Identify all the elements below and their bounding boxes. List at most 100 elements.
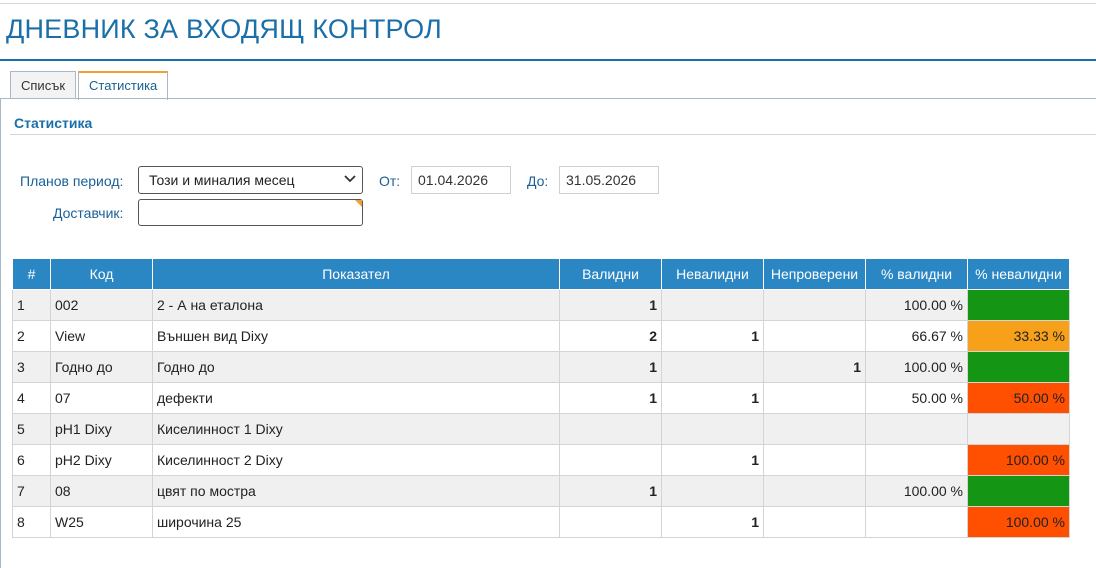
col-header-unchecked[interactable]: Непроверени <box>763 259 866 290</box>
cell-pct-invalid: 100.00 % <box>967 443 1070 476</box>
cell-indicator: Годно до <box>152 350 560 383</box>
cell-unchecked <box>763 443 866 476</box>
cell-indicator: Киселинност 2 Dixy <box>152 443 560 476</box>
cell-pct-valid <box>865 443 968 476</box>
cell-number: 1 <box>12 288 51 321</box>
cell-number: 3 <box>12 350 51 383</box>
table-row[interactable]: 8 W25 широчина 25 1 100.00 % <box>12 505 1070 538</box>
cell-unchecked <box>763 288 866 321</box>
cell-number: 5 <box>12 412 51 445</box>
cell-pct-valid: 100.00 % <box>865 474 968 507</box>
cell-indicator: Външен вид Dixy <box>152 319 560 352</box>
cell-valid <box>559 505 662 538</box>
cell-pct-valid: 66.67 % <box>865 319 968 352</box>
cell-code: 07 <box>50 381 153 414</box>
chevron-down-icon <box>344 175 356 183</box>
cell-valid <box>559 412 662 445</box>
tab-bar: Списък Статистика <box>10 71 170 100</box>
cell-valid: 1 <box>559 350 662 383</box>
cell-pct-invalid <box>967 350 1070 383</box>
cell-pct-invalid: 50.00 % <box>967 381 1070 414</box>
cell-unchecked <box>763 412 866 445</box>
to-label: До: <box>527 173 549 189</box>
cell-valid: 2 <box>559 319 662 352</box>
cell-invalid: 1 <box>661 319 764 352</box>
supplier-label: Доставчик: <box>53 205 124 221</box>
section-title: Статистика <box>14 115 93 131</box>
statistics-table: # Код Показател Валидни Невалидни Непров… <box>12 259 1070 538</box>
cell-pct-valid: 100.00 % <box>865 288 968 321</box>
cell-indicator: 2 - А на еталона <box>152 288 560 321</box>
from-label: От: <box>379 173 401 189</box>
page-title: ДНЕВНИК ЗА ВХОДЯЩ КОНТРОЛ <box>6 14 442 44</box>
table-row[interactable]: 4 07 дефекти 1 1 50.00 % 50.00 % <box>12 381 1070 414</box>
cell-invalid: 1 <box>661 505 764 538</box>
cell-unchecked: 1 <box>763 350 866 383</box>
cell-valid <box>559 443 662 476</box>
table-row[interactable]: 1 002 2 - А на еталона 1 100.00 % <box>12 288 1070 321</box>
cell-number: 6 <box>12 443 51 476</box>
table-row[interactable]: 6 pH2 Dixy Киселинност 2 Dixy 1 100.00 % <box>12 443 1070 476</box>
cell-pct-invalid <box>967 474 1070 507</box>
col-header-valid[interactable]: Валидни <box>559 259 662 290</box>
cell-code: pH2 Dixy <box>50 443 153 476</box>
cell-pct-valid <box>865 505 968 538</box>
cell-invalid <box>661 412 764 445</box>
table-row[interactable]: 5 pH1 Dixy Киселинност 1 Dixy <box>12 412 1070 445</box>
col-header-pct-invalid[interactable]: % невалидни <box>967 259 1070 290</box>
cell-number: 4 <box>12 381 51 414</box>
cell-unchecked <box>763 505 866 538</box>
col-header-number[interactable]: # <box>12 259 51 290</box>
supplier-input[interactable] <box>138 199 363 226</box>
cell-pct-invalid: 100.00 % <box>967 505 1070 538</box>
cell-indicator: дефекти <box>152 381 560 414</box>
cell-pct-valid <box>865 412 968 445</box>
col-header-code[interactable]: Код <box>50 259 153 290</box>
cell-invalid <box>661 288 764 321</box>
cell-code: View <box>50 319 153 352</box>
period-label: Планов период: <box>20 173 124 189</box>
cell-number: 7 <box>12 474 51 507</box>
cell-indicator: широчина 25 <box>152 505 560 538</box>
section-rule <box>10 134 1096 135</box>
tab-statistics[interactable]: Статистика <box>78 71 169 100</box>
top-divider <box>0 3 1096 4</box>
cell-pct-valid: 100.00 % <box>865 350 968 383</box>
col-header-pct-valid[interactable]: % валидни <box>865 259 968 290</box>
table-body: 1 002 2 - А на еталона 1 100.00 % 2 View Външен… <box>12 288 1070 538</box>
table-row[interactable]: 3 Годно до Годно до 1 1 100.00 % <box>12 350 1070 383</box>
cell-pct-invalid <box>967 288 1070 321</box>
title-rule <box>0 59 1096 61</box>
period-select[interactable]: Този и миналия месец <box>138 166 363 194</box>
from-date-input[interactable]: 01.04.2026 <box>411 166 511 194</box>
cell-invalid <box>661 350 764 383</box>
cell-valid: 1 <box>559 474 662 507</box>
required-marker-icon <box>355 200 362 207</box>
col-header-indicator[interactable]: Показател <box>152 259 560 290</box>
cell-code: pH1 Dixy <box>50 412 153 445</box>
cell-unchecked <box>763 381 866 414</box>
col-header-invalid[interactable]: Невалидни <box>661 259 764 290</box>
cell-valid: 1 <box>559 288 662 321</box>
cell-number: 2 <box>12 319 51 352</box>
table-row[interactable]: 2 View Външен вид Dixy 2 1 66.67 % 33.33 % <box>12 319 1070 352</box>
cell-pct-valid: 50.00 % <box>865 381 968 414</box>
cell-number: 8 <box>12 505 51 538</box>
cell-unchecked <box>763 474 866 507</box>
cell-pct-invalid: 33.33 % <box>967 319 1070 352</box>
cell-invalid: 1 <box>661 381 764 414</box>
cell-code: 002 <box>50 288 153 321</box>
cell-indicator: Киселинност 1 Dixy <box>152 412 560 445</box>
cell-pct-invalid <box>967 412 1070 445</box>
period-select-value: Този и миналия месец <box>149 172 295 188</box>
cell-invalid <box>661 474 764 507</box>
cell-code: W25 <box>50 505 153 538</box>
table-header-row: # Код Показател Валидни Невалидни Непров… <box>12 259 1070 290</box>
to-date-input[interactable]: 31.05.2026 <box>559 166 659 194</box>
cell-unchecked <box>763 319 866 352</box>
cell-code: Годно до <box>50 350 153 383</box>
cell-valid: 1 <box>559 381 662 414</box>
table-row[interactable]: 7 08 цвят по мостра 1 100.00 % <box>12 474 1070 507</box>
tab-list[interactable]: Списък <box>10 71 77 99</box>
cell-indicator: цвят по мостра <box>152 474 560 507</box>
